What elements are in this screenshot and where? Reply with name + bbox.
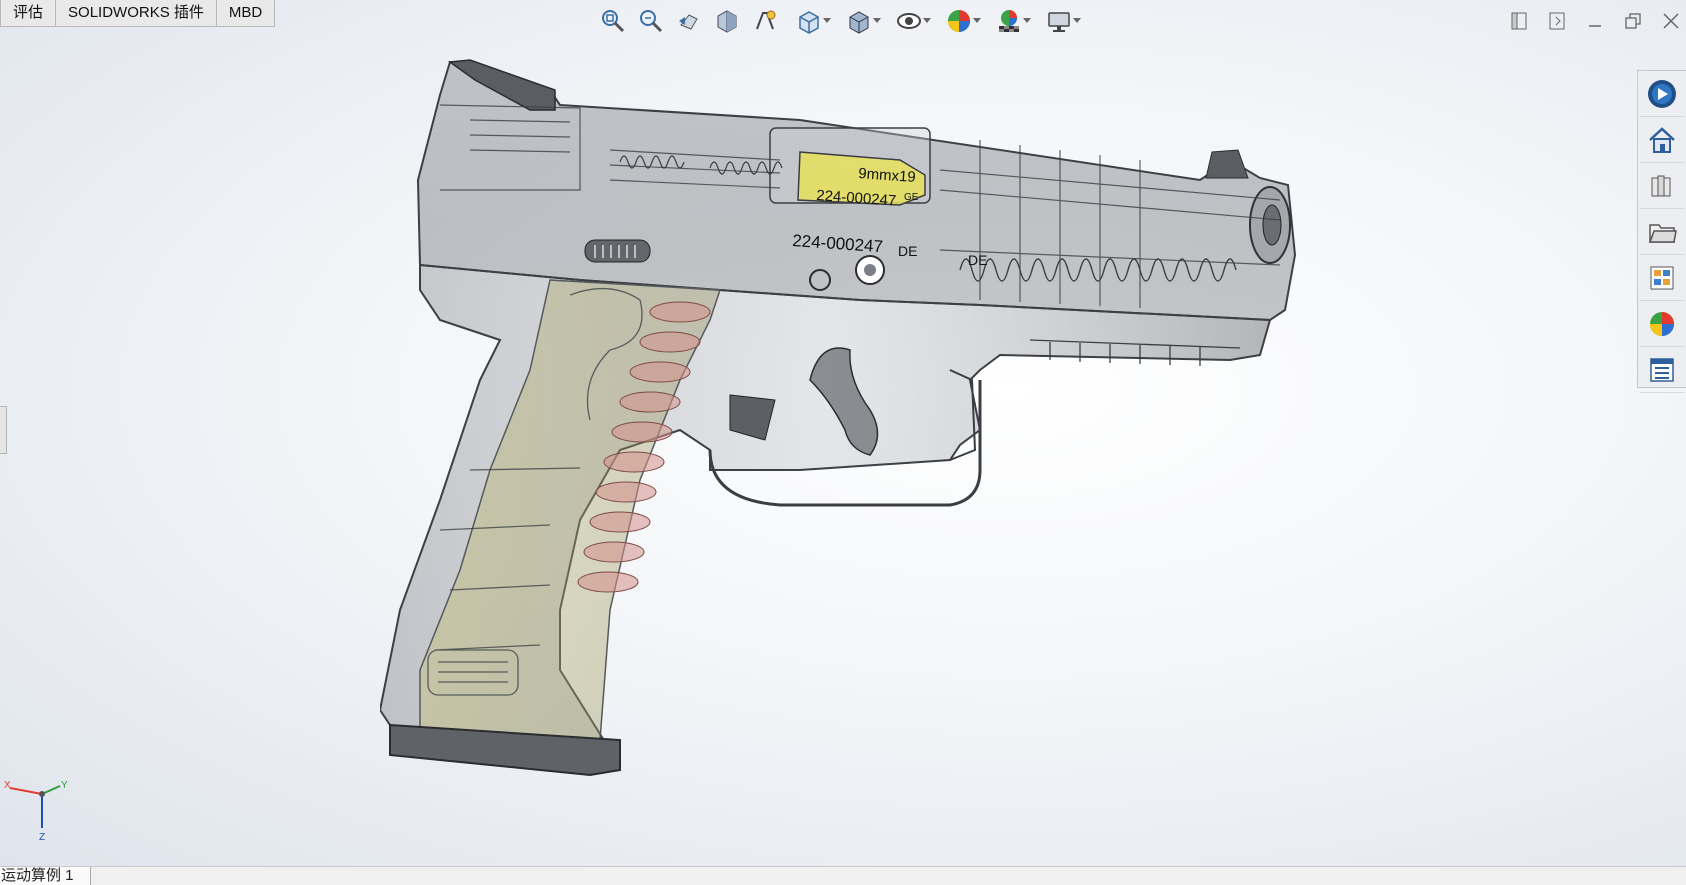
tab-solidworks-addins[interactable]: SOLIDWORKS 插件 (56, 0, 217, 27)
custom-properties-icon[interactable] (1640, 348, 1684, 393)
view-settings-icon[interactable] (1036, 5, 1082, 37)
view-orientation-icon[interactable] (786, 5, 832, 37)
window-controls (1504, 6, 1686, 36)
reference-triad: X Y Z (4, 780, 68, 843)
heads-up-view-toolbar (596, 4, 1082, 38)
status-bar: 运动算例 1 (0, 866, 1686, 885)
file-explorer-icon[interactable] (1640, 210, 1684, 255)
home-icon[interactable] (1640, 118, 1684, 163)
appearances-scenes-icon[interactable] (1640, 302, 1684, 347)
solidworks-resources-icon[interactable] (1640, 72, 1684, 117)
cartridge-marking-label: GE (904, 192, 919, 203)
triad-x-label: X (4, 780, 11, 791)
zoom-to-area-icon[interactable] (634, 5, 668, 37)
restore-icon[interactable] (1618, 6, 1648, 36)
pistol-3d-model[interactable]: 9mmx19 224-000247 GE 224-000247 DE DE (380, 50, 1400, 850)
frame-marking-label: DE (898, 243, 917, 259)
task-pane (1637, 70, 1686, 393)
previous-view-icon[interactable] (672, 5, 706, 37)
graphics-area[interactable]: 评估 SOLIDWORKS 插件 MBD 9mmx19 224-000247 G… (0, 0, 1686, 866)
feature-manager-collapse-handle[interactable] (0, 406, 7, 454)
triad-y-label: Y (61, 780, 68, 791)
frame-marking-label-2: DE (968, 252, 987, 268)
tab-motion-study-1[interactable]: 运动算例 1 (0, 867, 91, 885)
view-palette-icon[interactable] (1640, 256, 1684, 301)
dynamic-annotation-icon[interactable] (748, 5, 782, 37)
tile-right-icon[interactable] (1542, 6, 1572, 36)
tab-evaluate[interactable]: 评估 (0, 0, 57, 27)
hide-show-items-icon[interactable] (886, 5, 932, 37)
apply-scene-icon[interactable] (986, 5, 1032, 37)
triad-z-label: Z (39, 832, 45, 843)
edit-appearance-icon[interactable] (936, 5, 982, 37)
section-view-icon[interactable] (710, 5, 744, 37)
command-manager-tabs: 评估 SOLIDWORKS 插件 MBD (0, 0, 276, 28)
tile-left-icon[interactable] (1504, 6, 1534, 36)
close-icon[interactable] (1656, 6, 1686, 36)
minimize-icon[interactable] (1580, 6, 1610, 36)
tab-mbd[interactable]: MBD (216, 0, 276, 27)
design-library-icon[interactable] (1640, 164, 1684, 209)
zoom-to-fit-icon[interactable] (596, 5, 630, 37)
display-style-icon[interactable] (836, 5, 882, 37)
